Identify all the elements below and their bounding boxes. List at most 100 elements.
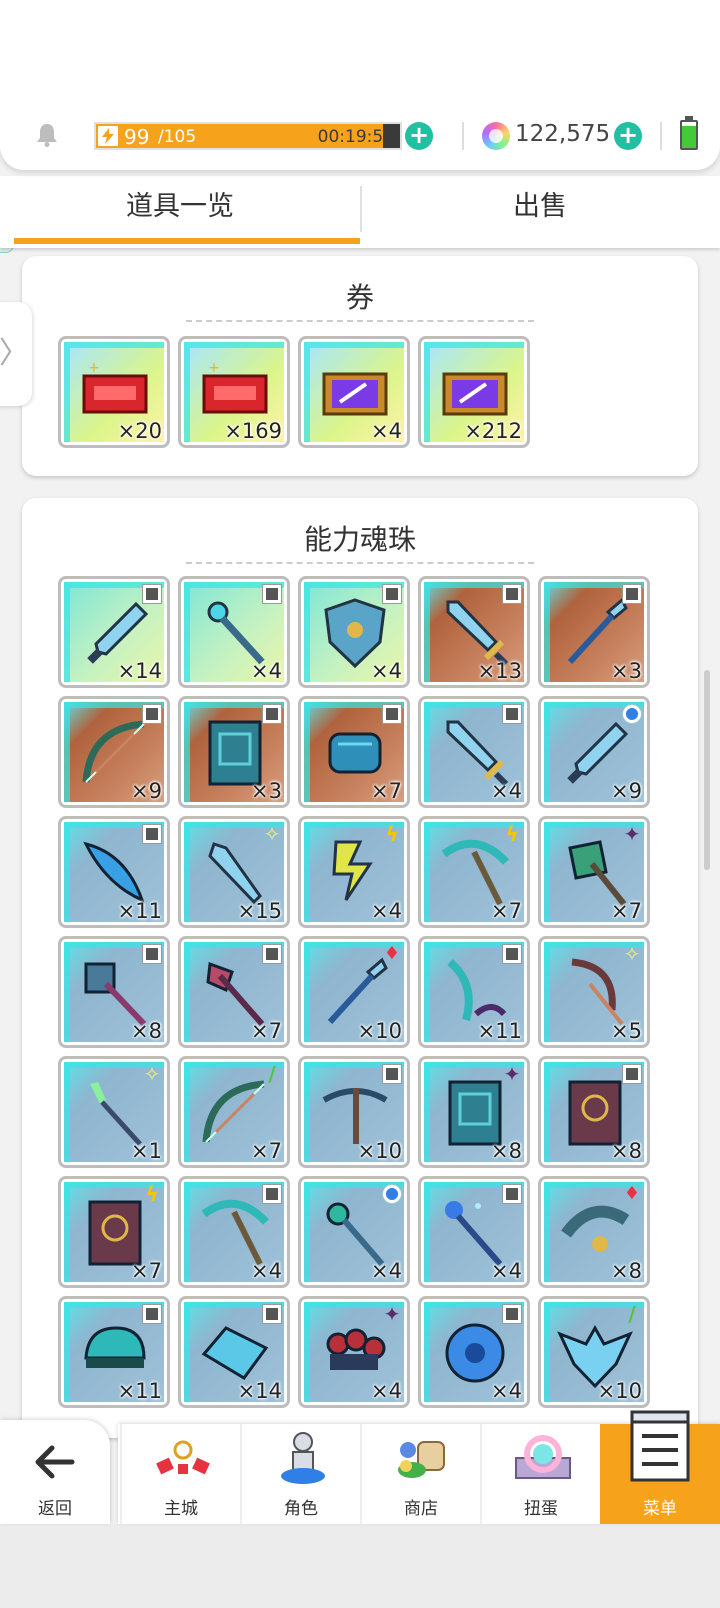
item-count: ×7 [131, 1259, 162, 1282]
attribute-light-icon: ✧ [263, 822, 281, 846]
orb-item[interactable]: ✧ ×15 [178, 816, 290, 928]
orb-item[interactable]: ×7 [298, 696, 410, 808]
orb-item[interactable]: ×11 [58, 816, 170, 928]
coupon-section-title: 券 [345, 281, 374, 314]
coupon-item[interactable]: + ×169 [178, 336, 290, 448]
orb-item[interactable]: ϟ ×7 [418, 816, 530, 928]
item-count: ×4 [371, 659, 402, 682]
side-drawer-toggle[interactable]: 〉 [0, 302, 32, 406]
orb-item[interactable]: ×3 [538, 576, 650, 688]
attribute-dark-icon: ✦ [623, 822, 641, 846]
orb-item[interactable]: ×8 [58, 936, 170, 1048]
item-frame: ×4 [304, 342, 404, 442]
coupon-item[interactable]: ×4 [298, 336, 410, 448]
orb-panel: 能力魂珠 ×14 ×4 ×4 ×13 ×3 ×9 ×3 ×7 ×4 ×9 ×11 ✧ ×15 ϟ ×4 ϟ ×7… [22, 498, 698, 1438]
orb-item[interactable]: ✦ ×8 [418, 1056, 530, 1168]
attribute-grey-icon [383, 705, 401, 723]
orb-item[interactable]: ×4 [298, 576, 410, 688]
orb-item[interactable]: / ×10 [538, 1296, 650, 1408]
attribute-grey-icon [503, 1185, 521, 1203]
orb-item[interactable]: ×9 [58, 696, 170, 808]
add-gems-button[interactable]: + [614, 122, 642, 150]
item-frame: ×8 [544, 1062, 644, 1162]
item-frame: ×4 [184, 1182, 284, 1282]
orb-item[interactable]: ×9 [538, 696, 650, 808]
orb-item[interactable]: ×14 [178, 1296, 290, 1408]
orb-item[interactable]: ×8 [538, 1056, 650, 1168]
orb-item[interactable]: ✧ ×5 [538, 936, 650, 1048]
town-icon [156, 1440, 210, 1475]
coupon-item[interactable]: ×212 [418, 336, 530, 448]
item-frame: ♦ ×8 [544, 1182, 644, 1282]
orb-item[interactable]: ×10 [298, 1056, 410, 1168]
item-frame: ϟ ×7 [64, 1182, 164, 1282]
attribute-wind-icon: / [268, 1062, 276, 1086]
item-frame: ×212 [424, 342, 524, 442]
orb-item[interactable]: ×4 [298, 1176, 410, 1288]
orb-item[interactable]: ×14 [58, 576, 170, 688]
nav-gacha[interactable]: 扭蛋 [480, 1424, 600, 1524]
orb-item[interactable]: ×13 [418, 576, 530, 688]
stamina-timer: 00:19:52 [317, 127, 394, 147]
item-count: ×7 [371, 779, 402, 802]
orb-item[interactable]: ×11 [58, 1296, 170, 1408]
item-frame: ×4 [424, 1302, 524, 1402]
attribute-grey-icon [143, 585, 161, 603]
bell-icon[interactable] [34, 122, 60, 148]
tab-active-indicator [14, 238, 360, 244]
item-count: ×11 [117, 1379, 162, 1402]
attribute-grey-icon [263, 1305, 281, 1323]
item-frame: + ×169 [184, 342, 284, 442]
orb-item[interactable]: ×4 [418, 696, 530, 808]
item-frame: / ×10 [544, 1302, 644, 1402]
orb-item[interactable]: ×4 [418, 1176, 530, 1288]
orb-item[interactable]: ×4 [178, 576, 290, 688]
orb-item[interactable]: ϟ ×7 [58, 1176, 170, 1288]
item-frame: ×4 [424, 1182, 524, 1282]
item-frame: ×11 [64, 1302, 164, 1402]
orb-item[interactable]: / ×7 [178, 1056, 290, 1168]
orb-item[interactable]: ×11 [418, 936, 530, 1048]
item-count: ×9 [611, 779, 642, 802]
item-count: ×7 [251, 1019, 282, 1042]
attribute-blue-icon [623, 705, 641, 723]
orb-item[interactable]: ×4 [418, 1296, 530, 1408]
tab-sell[interactable]: 出售 [360, 176, 720, 248]
nav-shop[interactable]: 商店 [360, 1424, 480, 1524]
nav-character[interactable]: 角色 [240, 1424, 360, 1524]
coupon-item[interactable]: + ×20 [58, 336, 170, 448]
item-frame: ×7 [304, 702, 404, 802]
orb-section-title: 能力魂珠 [303, 523, 416, 556]
item-frame: ×4 [424, 702, 524, 802]
orb-item[interactable]: ✦ ×4 [298, 1296, 410, 1408]
chevron-right-icon: 〉 [0, 336, 29, 371]
scrollbar[interactable] [704, 670, 710, 870]
section-rule [186, 320, 534, 322]
item-frame: ✧ ×15 [184, 822, 284, 922]
item-count: ×13 [477, 659, 522, 682]
item-count: ×4 [371, 1379, 402, 1402]
stamina-bar: 99 /105 00:19:52 [94, 122, 402, 150]
orb-item[interactable]: ✦ ×7 [538, 816, 650, 928]
back-button[interactable]: 返回 [0, 1420, 110, 1524]
orb-item[interactable]: ✧ ×1 [58, 1056, 170, 1168]
back-arrow-icon [35, 1445, 75, 1479]
nav-menu[interactable]: 菜单 [600, 1410, 720, 1524]
item-frame: ✦ ×7 [544, 822, 644, 922]
item-count: ×5 [611, 1019, 642, 1042]
gacha-icon [515, 1435, 571, 1479]
orb-item[interactable]: ×4 [178, 1176, 290, 1288]
item-frame: ×10 [304, 1062, 404, 1162]
nav-town[interactable]: 主城 [120, 1424, 240, 1524]
stamina-current: 99 [124, 125, 150, 149]
item-frame: ×9 [544, 702, 644, 802]
orb-item[interactable]: ×3 [178, 696, 290, 808]
orb-item[interactable]: ♦ ×8 [538, 1176, 650, 1288]
orb-item[interactable]: ×7 [178, 936, 290, 1048]
orb-item[interactable]: ♦ ×10 [298, 936, 410, 1048]
item-count: ×14 [117, 659, 162, 682]
item-count: ×15 [237, 899, 282, 922]
item-count: ×8 [131, 1019, 162, 1042]
orb-item[interactable]: ϟ ×4 [298, 816, 410, 928]
add-stamina-button[interactable]: + [405, 122, 433, 150]
